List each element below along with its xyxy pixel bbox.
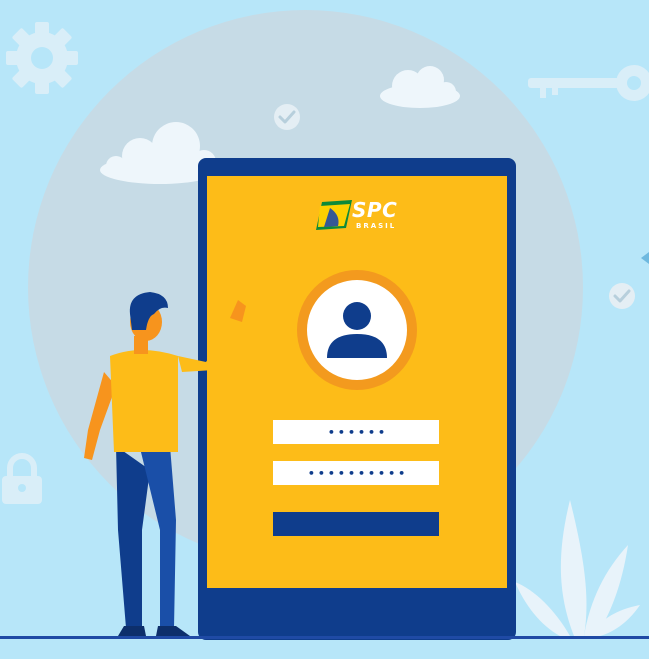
person-illustration — [84, 292, 246, 636]
ground-line — [0, 636, 649, 639]
login-illustration: SPC BRASIL •••••• •••••••••• — [0, 0, 649, 659]
